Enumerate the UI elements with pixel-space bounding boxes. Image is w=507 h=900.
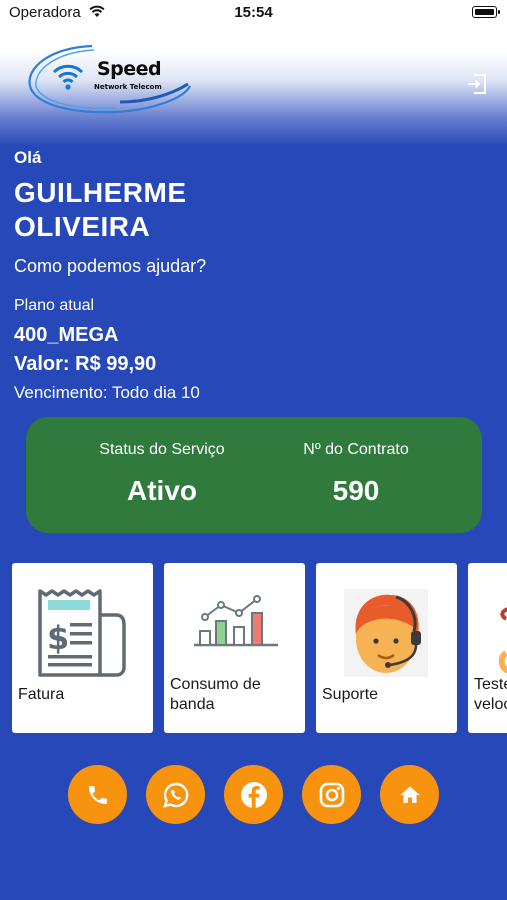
home-icon (400, 786, 419, 803)
tile-invoice[interactable]: $ Fatura (12, 563, 153, 733)
plan-value: Valor: R$ 99,90 (14, 353, 157, 375)
tile-speed-test[interactable]: Teste de velocidade (468, 563, 507, 733)
logo-swoosh (28, 44, 191, 114)
service-status: Status do Serviço Ativo (62, 441, 262, 507)
contract-number: Nº do Contrato 590 (256, 441, 456, 507)
status-bar: Operadora 15:54 (0, 0, 507, 26)
brand-name: Speed (97, 58, 162, 80)
brand-logo: Speed Network Telecom (24, 42, 194, 120)
speed-test-icon (498, 607, 507, 673)
facebook-button[interactable] (224, 765, 283, 824)
service-status-card: Status do Serviço Ativo Nº do Contrato 5… (26, 417, 482, 533)
tile-support[interactable]: Suporte (316, 563, 457, 733)
tile-invoice-label: Fatura (18, 686, 65, 703)
instagram-icon (319, 782, 344, 807)
whatsapp-button[interactable] (146, 765, 205, 824)
facebook-icon (240, 781, 267, 808)
quick-actions-bar (0, 765, 507, 825)
whatsapp-icon (162, 782, 188, 808)
support-agent-icon (344, 589, 428, 677)
tile-bandwidth-label: Consumo de banda (170, 676, 261, 713)
greeting-hello: Olá (14, 148, 42, 167)
phone-button[interactable] (68, 765, 127, 824)
tile-bandwidth[interactable]: Consumo de banda (164, 563, 305, 733)
tile-speed-test-label: Teste de velocidade (474, 676, 507, 713)
help-prompt: Como podemos ajudar? (14, 256, 207, 276)
bandwidth-chart-icon (194, 595, 278, 647)
plan-due-date: Vencimento: Todo dia 10 (14, 383, 200, 402)
home-button[interactable] (380, 765, 439, 824)
feature-tiles-carousel[interactable]: $ Fatura Consumo de banda Suporte Test v… (0, 563, 507, 734)
logout-icon[interactable] (465, 72, 489, 96)
plan-label: Plano atual (14, 297, 95, 314)
contract-number-value: 590 (332, 475, 380, 506)
invoice-icon: $ (38, 589, 126, 677)
clock: 15:54 (234, 4, 273, 21)
phone-icon (88, 785, 107, 804)
brand-tagline: Network Telecom (94, 83, 162, 91)
service-status-value: Ativo (127, 475, 197, 506)
plan-name: 400_MEGA (14, 324, 119, 346)
customer-name: GUILHERME OLIVEIRA (14, 177, 187, 242)
tile-support-label: Suporte (322, 686, 379, 703)
instagram-button[interactable] (302, 765, 361, 824)
battery-icon (472, 6, 500, 18)
service-status-label: Status do Serviço (99, 441, 225, 458)
svg-text:$: $ (47, 619, 69, 657)
contract-number-label: Nº do Contrato (303, 441, 409, 458)
